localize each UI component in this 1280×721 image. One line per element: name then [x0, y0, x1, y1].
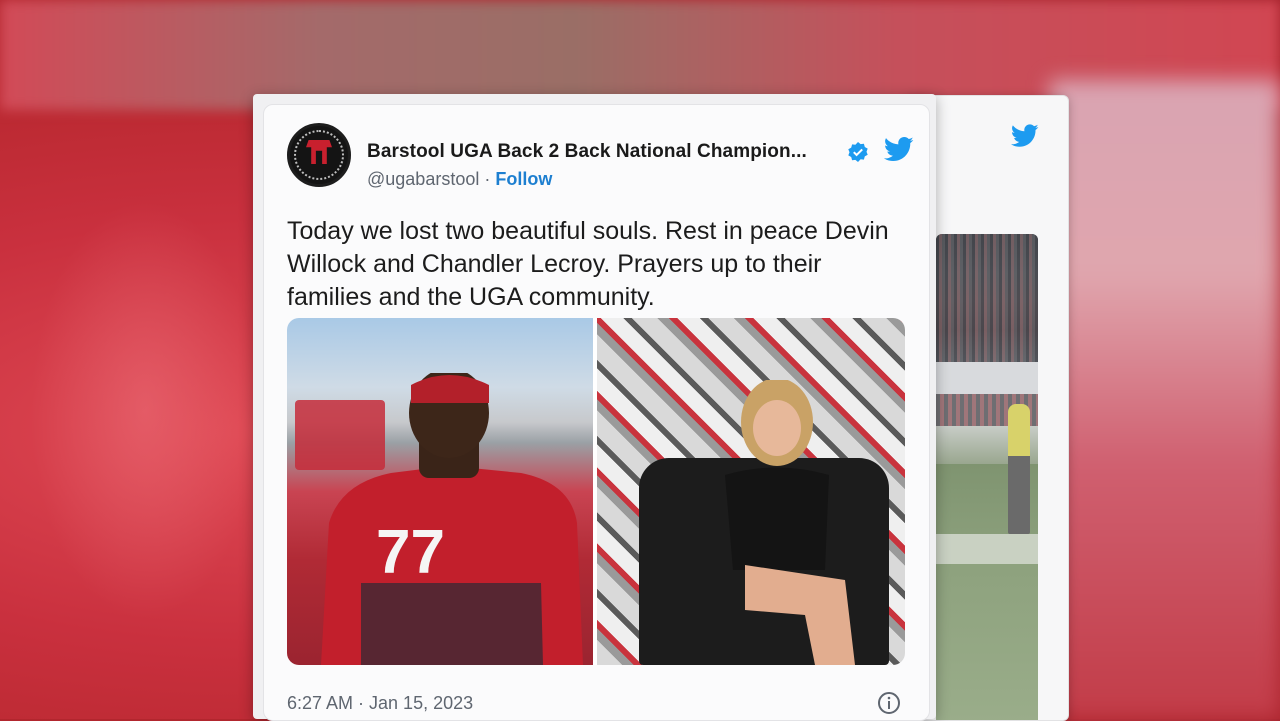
stadium-crowd	[936, 234, 1038, 364]
info-icon[interactable]	[877, 691, 901, 720]
tweet-media-grid: 77	[287, 318, 905, 665]
blurred-background-right	[1050, 80, 1280, 719]
background-tweet-photo[interactable]	[936, 234, 1038, 720]
tweet-container[interactable]: Barstool UGA Back 2 Back National Champi…	[263, 104, 930, 721]
media-image-portrait[interactable]	[597, 318, 905, 665]
avatar-ring	[294, 130, 344, 180]
embedded-tweet-card: Barstool UGA Back 2 Back National Champi…	[253, 94, 936, 721]
handle-row: @ugabarstool · Follow	[367, 169, 552, 190]
verified-badge-icon	[847, 141, 869, 168]
field-line	[936, 534, 1038, 564]
follow-button[interactable]: Follow	[495, 169, 552, 189]
twitter-bird-icon[interactable]	[883, 137, 914, 167]
twitter-bird-icon	[1010, 124, 1039, 153]
tweet-text: Today we lost two beautiful souls. Rest …	[287, 217, 889, 311]
blurred-background-glow	[30, 200, 260, 620]
jersey-number: 77	[376, 518, 445, 587]
tweet-timestamp[interactable]: 6:27 AM · Jan 15, 2023	[287, 693, 473, 714]
separator-dot: ·	[484, 169, 491, 189]
field-official	[1008, 404, 1030, 534]
handle[interactable]: @ugabarstool	[367, 169, 479, 189]
stadium-railing	[936, 362, 1038, 394]
display-name[interactable]: Barstool UGA Back 2 Back National Champi…	[367, 141, 807, 163]
avatar[interactable]	[287, 123, 351, 187]
seated-person-figure	[725, 380, 855, 665]
player-figure: 77	[321, 373, 583, 665]
media-image-player[interactable]: 77	[287, 318, 593, 665]
